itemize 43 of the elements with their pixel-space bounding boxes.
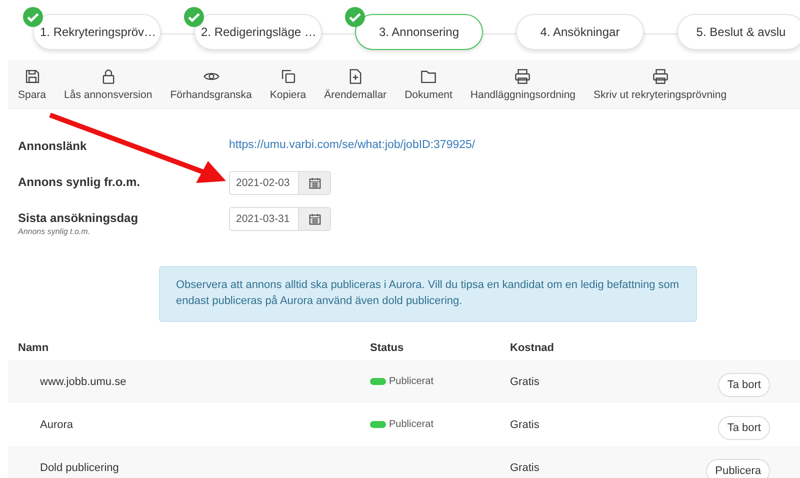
status-text: Publicerat (389, 419, 434, 430)
column-header: Kostnad (509, 342, 555, 354)
copy-icon (280, 68, 296, 84)
toolbar-button[interactable]: Spara (16, 68, 58, 100)
toolbar-button[interactable]: Förhandsgranska (164, 68, 264, 100)
column-header: Namn (17, 342, 50, 354)
table-cell-text: Gratis (509, 376, 540, 388)
toolbar-button[interactable]: Kopiera (264, 68, 318, 100)
status-text: Publicerat (389, 376, 434, 387)
table-cell-text: Gratis (509, 462, 540, 474)
printer-icon (514, 68, 532, 84)
step-tab[interactable]: 5. Beslut & avslu (677, 14, 800, 50)
action-button[interactable]: Ta bort (718, 416, 770, 440)
table-cell-text: Gratis (509, 418, 540, 430)
table-cell-text: Dold publicering (39, 462, 120, 474)
printer-icon (652, 68, 669, 84)
info-alert: Observera att annons alltid ska publiceras i Aurora. Vill du tipsa en kandidat om en ledig befattning som endast publiceras på Aurora använd även dold publicering. (159, 266, 697, 322)
toolbar-button[interactable]: Handläggningsordning (464, 68, 588, 100)
calendar-icon (308, 177, 320, 189)
step-tab[interactable]: 4. Ansökningar (516, 14, 644, 50)
field-label: Annonslänk (18, 139, 88, 153)
calendar-icon (308, 213, 320, 225)
step-tab[interactable]: 1. Rekryteringspröv… (33, 14, 161, 50)
toolbar-button[interactable]: Ärendemallar (318, 68, 399, 100)
field-hint: Annons synlig t.o.m. (18, 227, 92, 236)
step-tab[interactable]: 3. Annonsering (355, 14, 483, 50)
field-label: Annons synlig fr.o.m. (18, 175, 142, 189)
toolbar-button[interactable]: Skriv ut rekryteringsprövning (588, 68, 739, 100)
step-tab[interactable]: 2. Redigeringsläge … (194, 14, 322, 50)
action-button[interactable]: Ta bort (718, 372, 770, 396)
ad-link[interactable]: https://umu.varbi.com/se/what:job/jobID:379925/ (229, 135, 476, 151)
date-field[interactable]: 2021-02-03 (229, 171, 299, 195)
toolbar-button[interactable]: Lås annonsversion (58, 68, 164, 100)
toolbar-button[interactable]: Dokument (398, 68, 464, 100)
calendar-button[interactable] (299, 207, 331, 231)
date-field[interactable]: 2021-03-31 (229, 207, 299, 231)
action-button[interactable]: Publicera (706, 458, 770, 478)
column-header: Status (369, 342, 405, 354)
field-label: Sista ansökningsdag (18, 211, 140, 225)
calendar-button[interactable] (299, 171, 331, 195)
save-icon (24, 68, 41, 84)
table-cell-text: www.jobb.umu.se (39, 376, 128, 388)
table-cell-text: Aurora (39, 418, 74, 430)
